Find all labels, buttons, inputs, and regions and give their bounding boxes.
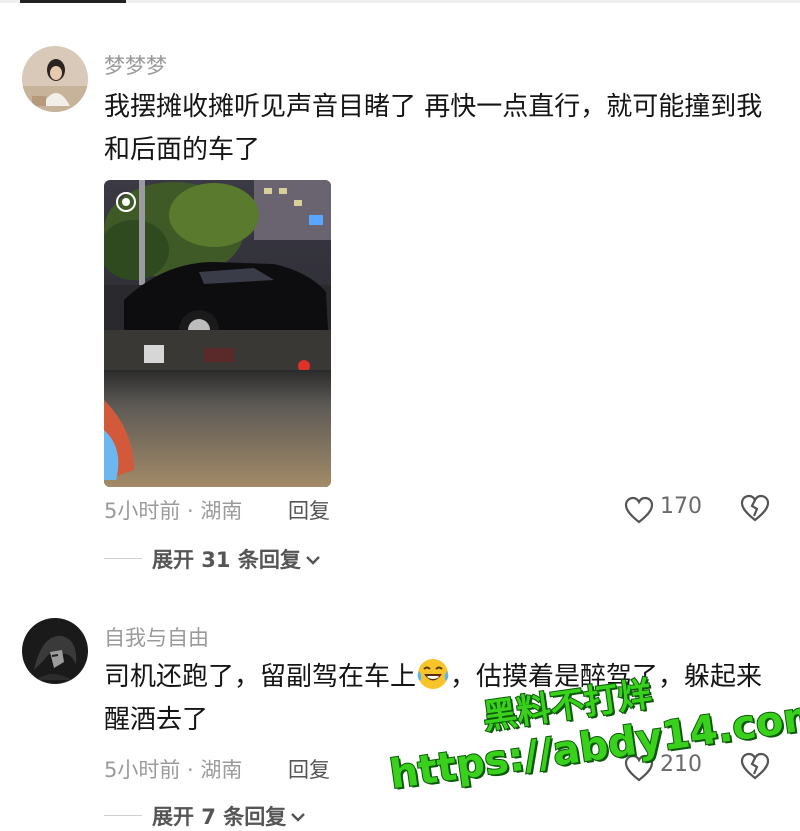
like-button[interactable]: 170	[624, 494, 704, 524]
expand-label: 展开 31 条回复	[152, 548, 301, 572]
username[interactable]: 自我与自由	[104, 622, 209, 652]
comment-meta: 5小时前 · 湖南	[104, 499, 243, 523]
chevron-down-icon	[291, 813, 306, 822]
reply-button[interactable]: 回复	[288, 495, 330, 525]
comment-meta: 5小时前 · 湖南	[104, 758, 243, 782]
broken-heart-icon	[740, 494, 770, 522]
username[interactable]: 梦梦梦	[104, 50, 167, 80]
avatar[interactable]	[22, 618, 88, 684]
laughing-crying-emoji-icon	[417, 659, 449, 689]
comment-photo[interactable]	[104, 180, 331, 487]
avatar[interactable]	[22, 46, 88, 112]
heart-outline-icon	[624, 496, 654, 524]
expand-label: 展开 7 条回复	[152, 805, 287, 829]
broken-heart-icon	[740, 752, 770, 780]
reply-button[interactable]: 回复	[288, 754, 330, 784]
comment-item: 梦梦梦 我摆摊收摊听见声音目睹了 再快一点直行，就可能撞到我和后面的车了 5小时…	[0, 0, 800, 590]
comment-text: 我摆摊收摊听见声音目睹了 再快一点直行，就可能撞到我和后面的车了	[104, 92, 763, 165]
dislike-button[interactable]	[740, 494, 770, 524]
chevron-down-icon	[306, 556, 320, 565]
comment-text-part: 司机还跑了，留副驾在车上	[104, 662, 417, 692]
divider-line	[104, 815, 142, 816]
dislike-button[interactable]	[740, 752, 770, 782]
like-count: 170	[660, 494, 702, 519]
expand-replies-button[interactable]: 展开 31 条回复	[104, 544, 404, 572]
divider-line	[104, 558, 142, 559]
